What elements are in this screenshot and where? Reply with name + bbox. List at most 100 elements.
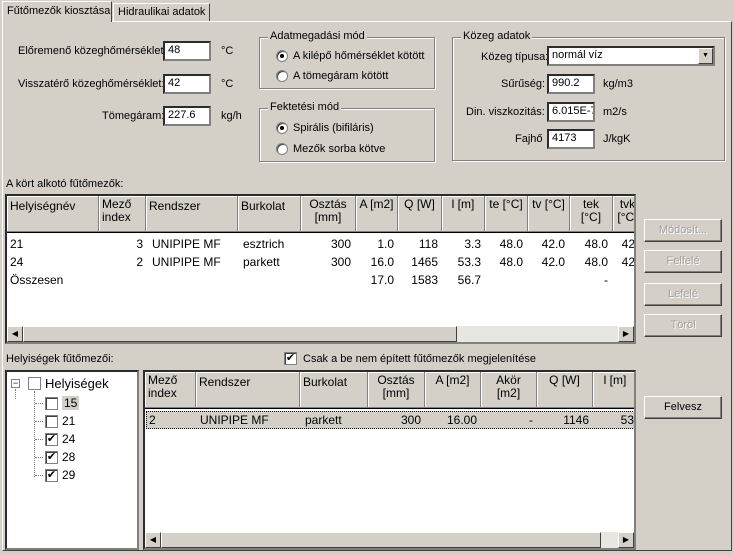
col-header[interactable]: Akör [m2] xyxy=(481,372,537,408)
table-cell: 1465 xyxy=(411,255,438,269)
specific-heat-label: Fajhő xyxy=(515,133,543,145)
collapse-icon[interactable]: − xyxy=(11,379,20,388)
table-cell: 16.00 xyxy=(446,413,477,427)
col-header[interactable]: Helyiségnév xyxy=(7,196,99,232)
table-cell: 300 xyxy=(330,237,351,251)
table-cell: 24 xyxy=(10,255,24,269)
filter-checkbox[interactable]: ✔ xyxy=(284,352,297,365)
room-fields-table[interactable]: Mező index Rendszer Burkolat Osztás [mm]… xyxy=(143,370,636,550)
table-cell: 53 xyxy=(620,413,634,427)
tree-item-checkbox[interactable]: ✔ xyxy=(45,451,58,464)
specific-heat-unit: J/kgK xyxy=(603,133,631,145)
table-cell: parkett xyxy=(243,255,280,269)
outlet-temp-fixed-radio[interactable]: A kilépő hőmérséklet kötött xyxy=(276,50,424,62)
tree-line xyxy=(35,439,43,440)
series-radio[interactable]: Mezők sorba kötve xyxy=(276,143,385,155)
delete-button[interactable]: Töröl xyxy=(644,314,722,337)
viscosity-unit: m2/s xyxy=(603,106,627,118)
col-header[interactable]: Burkolat xyxy=(238,196,301,232)
tree-item-label[interactable]: 15 xyxy=(62,396,80,410)
scroll-right-icon[interactable]: ▶ xyxy=(618,532,634,548)
table-cell: 3.3 xyxy=(464,237,481,251)
tab-label: Hidraulikai adatok xyxy=(118,6,206,18)
medium-data-title: Közeg adatok xyxy=(461,30,533,42)
selected-value: normál víz xyxy=(552,49,603,61)
col-header[interactable]: Mező index xyxy=(145,372,196,408)
tree-item-checkbox[interactable] xyxy=(45,415,58,428)
mass-flow-unit: kg/h xyxy=(221,110,242,122)
table-cell: 42 xyxy=(621,255,635,269)
tree-item-label[interactable]: 21 xyxy=(62,414,75,428)
table-cell: 2 xyxy=(136,255,143,269)
table-cell: 2 xyxy=(149,413,156,427)
tree-item-label[interactable]: 28 xyxy=(62,450,75,464)
viscosity-label: Din. viszkozitás: xyxy=(466,106,545,118)
circuit-fields-label: A kört alkotó fűtőmezők: xyxy=(6,178,124,190)
col-header[interactable]: Q [W] xyxy=(398,196,442,232)
tree-root-label[interactable]: Helyiségek xyxy=(45,376,109,391)
col-header[interactable]: Osztás [mm] xyxy=(301,196,356,232)
radio-label: A tömegáram kötött xyxy=(293,70,389,82)
col-header[interactable]: tek [°C] xyxy=(570,196,613,232)
modify-button[interactable]: Módosít... xyxy=(644,219,722,242)
tree-item-label[interactable]: 24 xyxy=(62,432,75,446)
header-divider xyxy=(7,232,634,233)
tree-root-checkbox[interactable] xyxy=(28,377,41,390)
col-header[interactable]: tvk [°C] xyxy=(613,196,634,232)
specific-heat-input[interactable]: 4173 xyxy=(547,129,595,149)
header-divider xyxy=(145,408,634,409)
return-temp-input[interactable]: 42 xyxy=(163,74,211,94)
table-cell: parkett xyxy=(305,413,342,427)
circuit-fields-table[interactable]: Helyiségnév Mező index Rendszer Burkolat… xyxy=(5,194,636,344)
radio-label: A kilépő hőmérséklet kötött xyxy=(293,50,425,62)
supply-temp-label: Előremenő közeghőmérséklet: xyxy=(18,45,167,57)
tab-hydraulic-data[interactable]: Hidraulikai adatok xyxy=(113,3,210,21)
add-button[interactable]: Felvesz xyxy=(644,396,722,419)
col-header[interactable]: Burkolat xyxy=(300,372,368,408)
col-header[interactable]: Rendszer xyxy=(196,372,300,408)
tree-item-checkbox[interactable]: ✔ xyxy=(45,469,58,482)
col-header[interactable]: A [m2] xyxy=(356,196,398,232)
table-cell: 118 xyxy=(418,237,438,251)
radio-icon xyxy=(276,143,288,155)
viscosity-input[interactable]: 6.015E-7 xyxy=(547,102,595,122)
tree-item-checkbox[interactable] xyxy=(45,397,58,410)
medium-type-select[interactable]: normál víz xyxy=(547,46,715,66)
tree-item-checkbox[interactable]: ✔ xyxy=(45,433,58,446)
supply-temp-input[interactable]: 48 xyxy=(163,41,211,61)
scroll-right-icon[interactable]: ▶ xyxy=(618,326,634,342)
col-header[interactable]: tv [°C] xyxy=(528,196,570,232)
mass-flow-fixed-radio[interactable]: A tömegáram kötött xyxy=(276,70,388,82)
col-header[interactable]: A [m2] xyxy=(425,372,481,408)
col-header[interactable]: Osztás [mm] xyxy=(368,372,425,408)
chevron-down-icon[interactable]: ▼ xyxy=(698,48,713,64)
col-header[interactable]: Rendszer xyxy=(146,196,238,232)
move-up-button[interactable]: Felfelé xyxy=(644,250,722,273)
scroll-left-icon[interactable]: ◀ xyxy=(7,326,23,342)
mass-flow-input[interactable]: 227.6 xyxy=(163,106,211,126)
tree-item-label[interactable]: 29 xyxy=(62,468,75,482)
laying-mode-title: Fektetési mód xyxy=(268,101,342,113)
col-header[interactable]: l [m] xyxy=(442,196,485,232)
table-cell: 53.3 xyxy=(457,255,481,269)
move-down-button[interactable]: Lefelé xyxy=(644,283,722,306)
return-temp-label: Visszatérő közeghőmérséklet: xyxy=(18,78,165,90)
table-cell: 17.0 xyxy=(370,273,394,287)
table-cell: UNIPIPE MF xyxy=(200,413,269,427)
room-fields-scrollbar[interactable]: ◀ ▶ xyxy=(145,532,634,548)
scroll-thumb[interactable] xyxy=(23,326,457,342)
density-input[interactable]: 990.2 xyxy=(547,74,595,94)
col-header[interactable]: te [°C] xyxy=(485,196,528,232)
scroll-thumb[interactable] xyxy=(161,532,601,548)
col-header[interactable]: Q [W] xyxy=(537,372,593,408)
circuit-scrollbar[interactable]: ◀ ▶ xyxy=(7,326,634,342)
tree-line xyxy=(35,403,43,404)
density-label: Sűrűség: xyxy=(501,78,546,90)
rooms-tree[interactable]: − Helyiségek 15 21 ✔ 24 ✔ 28 ✔ 29 xyxy=(5,370,139,550)
col-header[interactable]: l [m] xyxy=(593,372,634,408)
spiral-radio[interactable]: Spirális (bifiláris) xyxy=(276,122,374,134)
scroll-left-icon[interactable]: ◀ xyxy=(145,532,161,548)
col-header[interactable]: Mező index xyxy=(99,196,146,232)
tab-field-allocation[interactable]: Fűtőmezők kiosztása xyxy=(2,1,112,22)
tab-label: Fűtőmezők kiosztása xyxy=(7,5,111,17)
